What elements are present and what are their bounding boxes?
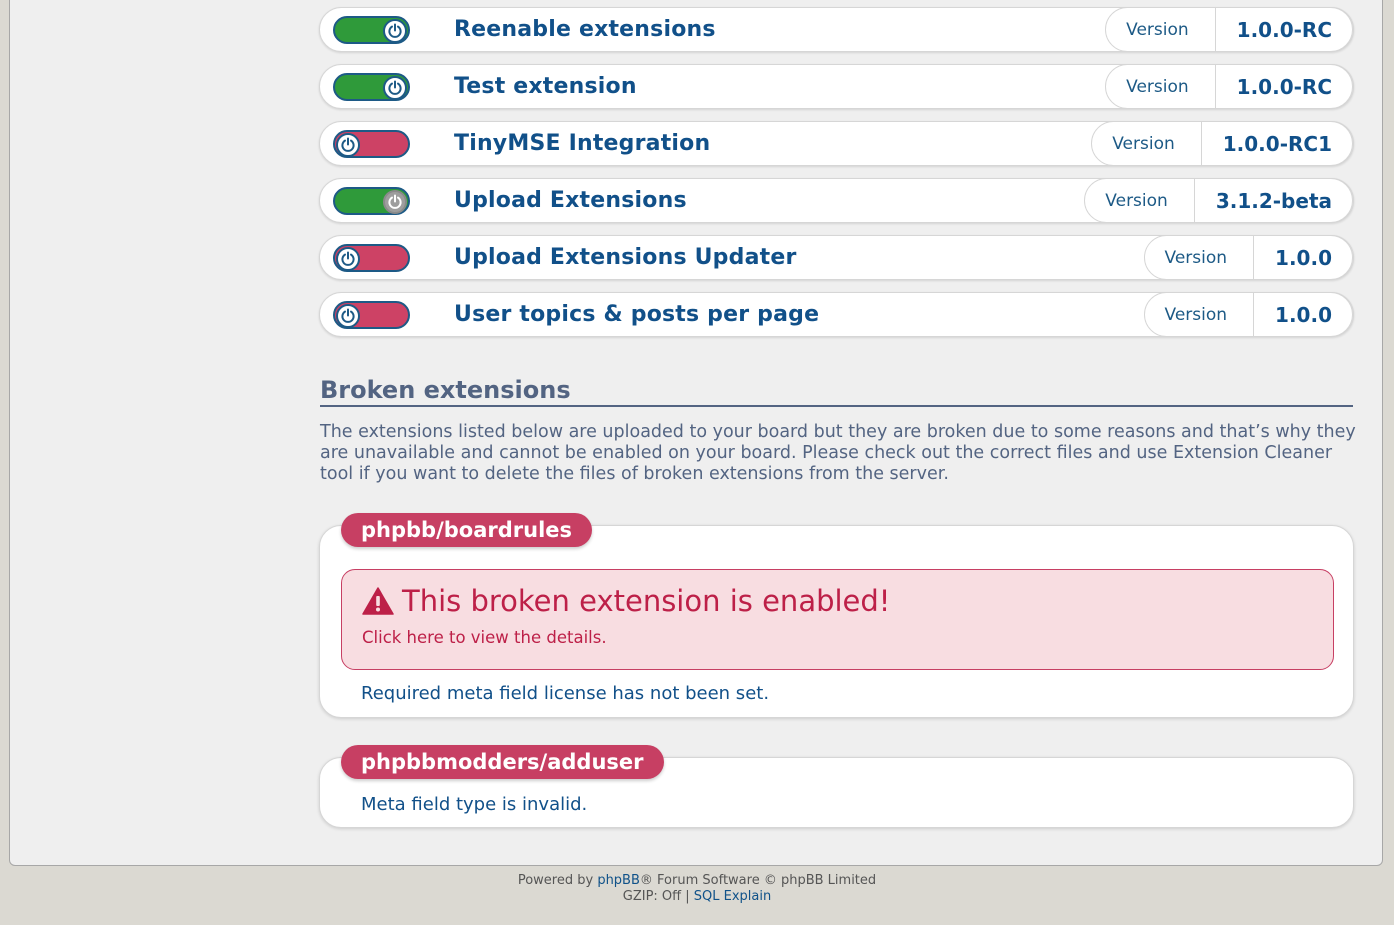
extension-row: User topics & posts per page Version 1.0… [319,292,1354,337]
extension-row: Test extension Version 1.0.0-RC [319,64,1354,109]
extension-toggle[interactable] [333,73,410,101]
debug-line: GZIP: Off | SQL Explain [0,889,1394,905]
footer: Powered by phpBB® Forum Software © phpBB… [0,873,1394,905]
phpbb-link[interactable]: phpBB [597,873,640,888]
version-pill: Version 1.0.0-RC1 [1091,121,1353,166]
broken-extension-name: phpbbmodders/adduser [341,745,664,779]
power-icon [383,76,407,100]
version-number: 1.0.0-RC1 [1222,131,1332,156]
broken-extensions-description: The extensions listed below are uploaded… [320,422,1356,484]
extension-row: TinyMSE Integration Version 1.0.0-RC1 [319,121,1354,166]
power-icon [336,247,360,271]
warning-triangle-icon [362,587,394,615]
extension-toggle[interactable] [333,130,410,158]
copyright-text: ® Forum Software © phpBB Limited [639,873,877,888]
version-number: 1.0.0-RC [1236,17,1332,42]
version-label: Version [1092,122,1202,165]
version-pill: Version 1.0.0-RC [1105,64,1353,109]
view-details-link[interactable]: Click here to view the details. [362,628,607,647]
version-pill: Version 3.1.2-beta [1084,178,1353,223]
broken-extension-card: phpbbmodders/adduser Meta field type is … [319,745,1354,828]
broken-extension-card: phpbb/boardrules This broken extension i… [319,513,1354,718]
powered-by-text: Powered by [517,873,598,888]
version-pill: Version 1.0.0 [1143,292,1353,337]
version-label: Version [1145,236,1255,279]
warning-box: This broken extension is enabled! Click … [341,569,1334,670]
version-label: Version [1145,293,1255,336]
extension-row: Upload Extensions Version 3.1.2-beta [319,178,1354,223]
gzip-status: GZIP: Off | [622,889,694,904]
extension-row: Upload Extensions Updater Version 1.0.0 [319,235,1354,280]
extension-toggle[interactable] [333,187,410,215]
extension-name: User topics & posts per page [454,302,820,327]
broken-extensions-heading: Broken extensions [320,376,1353,407]
sql-explain-link[interactable]: SQL Explain [694,889,771,904]
warning-title: This broken extension is enabled! [362,584,890,618]
power-icon [336,133,360,157]
copyright-line: Powered by phpBB® Forum Software © phpBB… [0,873,1394,889]
extension-name: Test extension [454,74,637,99]
warning-title-text: This broken extension is enabled! [402,584,891,618]
version-label: Version [1106,65,1216,108]
version-label: Version [1085,179,1195,222]
version-number: 1.0.0-RC [1236,74,1332,99]
version-number: 1.0.0 [1275,302,1332,327]
broken-reason: Required meta field license has not been… [361,683,770,704]
extension-name: Upload Extensions [454,188,687,213]
extension-toggle[interactable] [333,301,410,329]
version-pill: Version 1.0.0 [1143,235,1353,280]
extension-name: TinyMSE Integration [454,131,711,156]
power-icon [383,190,407,214]
extension-name: Reenable extensions [454,17,716,42]
extension-name: Upload Extensions Updater [454,245,797,270]
version-label: Version [1106,8,1216,51]
version-number: 1.0.0 [1275,245,1332,270]
version-pill: Version 1.0.0-RC [1105,7,1353,52]
extension-toggle[interactable] [333,16,410,44]
broken-extension-name: phpbb/boardrules [341,513,593,547]
power-icon [336,304,360,328]
power-icon [383,19,407,43]
version-number: 3.1.2-beta [1215,188,1332,213]
extension-row: Reenable extensions Version 1.0.0-RC [319,7,1354,52]
broken-reason: Meta field type is invalid. [361,794,588,815]
extension-toggle[interactable] [333,244,410,272]
